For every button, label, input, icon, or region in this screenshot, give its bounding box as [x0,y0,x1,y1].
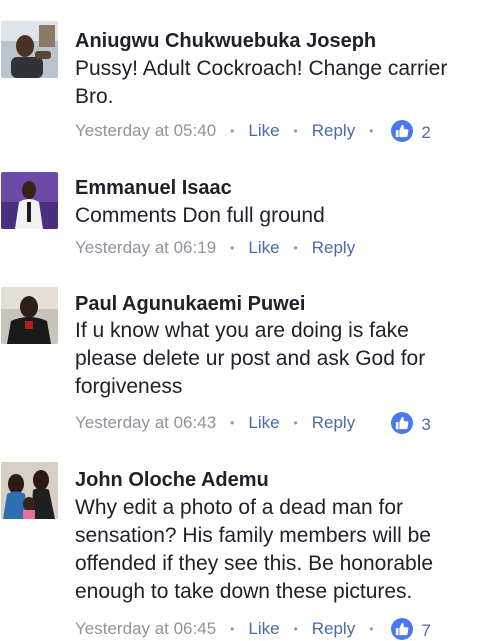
separator-dot: • [230,622,235,636]
comment-actions: Yesterday at 06:45 • Like • Reply • 7 [75,617,431,641]
comment-author[interactable]: Paul Agunukaemi Puwei [75,292,305,316]
comment-actions: Yesterday at 05:40 • Like • Reply • 2 [75,119,431,143]
comment-timestamp: Yesterday at 06:43 [75,413,217,432]
separator-dot: • [293,622,298,636]
separator-dot: • [293,416,298,430]
comment-actions: Yesterday at 06:43 • Like • Reply • 3 [75,411,431,435]
like-button[interactable]: Like [248,619,279,639]
separator-dot: • [293,124,298,138]
like-button[interactable]: Like [248,121,279,141]
separator-dot: • [369,124,374,138]
separator-dot: • [293,241,298,255]
reply-button[interactable]: Reply [312,413,355,433]
comment-text: Why edit a photo of a dead man for sensa… [75,496,434,603]
reply-button[interactable]: Reply [312,238,355,258]
comment-timestamp: Yesterday at 05:40 [75,121,217,140]
separator-dot: • [369,622,374,636]
avatar[interactable] [1,21,58,78]
comment-author[interactable]: Emmanuel Isaac [75,176,232,200]
thumbs-up-icon[interactable] [391,120,414,142]
comment-timestamp: Yesterday at 06:19 [75,238,217,257]
comment-timestamp: Yesterday at 06:45 [75,619,217,638]
reaction-count[interactable]: 7 [421,621,430,641]
reaction-count[interactable]: 3 [421,415,430,435]
comment-author[interactable]: Aniugwu Chukwuebuka Joseph [75,29,376,53]
comment-actions: Yesterday at 06:19 • Like • Reply [75,236,355,260]
reply-button[interactable]: Reply [312,121,355,141]
like-button[interactable]: Like [248,238,279,258]
thumbs-up-icon[interactable] [391,412,414,434]
comment-author[interactable]: John Oloche Ademu [75,468,269,492]
avatar[interactable] [1,172,58,229]
thumbs-up-icon[interactable] [391,618,414,640]
separator-dot: • [230,124,235,138]
comment-text: Pussy! Adult Cockroach! Change carrier B… [75,57,448,108]
reaction-count[interactable]: 2 [421,123,430,143]
avatar[interactable] [1,287,58,344]
separator-dot: • [230,416,235,430]
like-button[interactable]: Like [248,413,279,433]
separator-dot: • [230,241,235,255]
comment-text: Comments Don full ground [75,204,325,227]
avatar[interactable] [1,462,58,519]
comment-text: If u know what you are doing is fake ple… [75,319,426,398]
reply-button[interactable]: Reply [312,619,355,639]
